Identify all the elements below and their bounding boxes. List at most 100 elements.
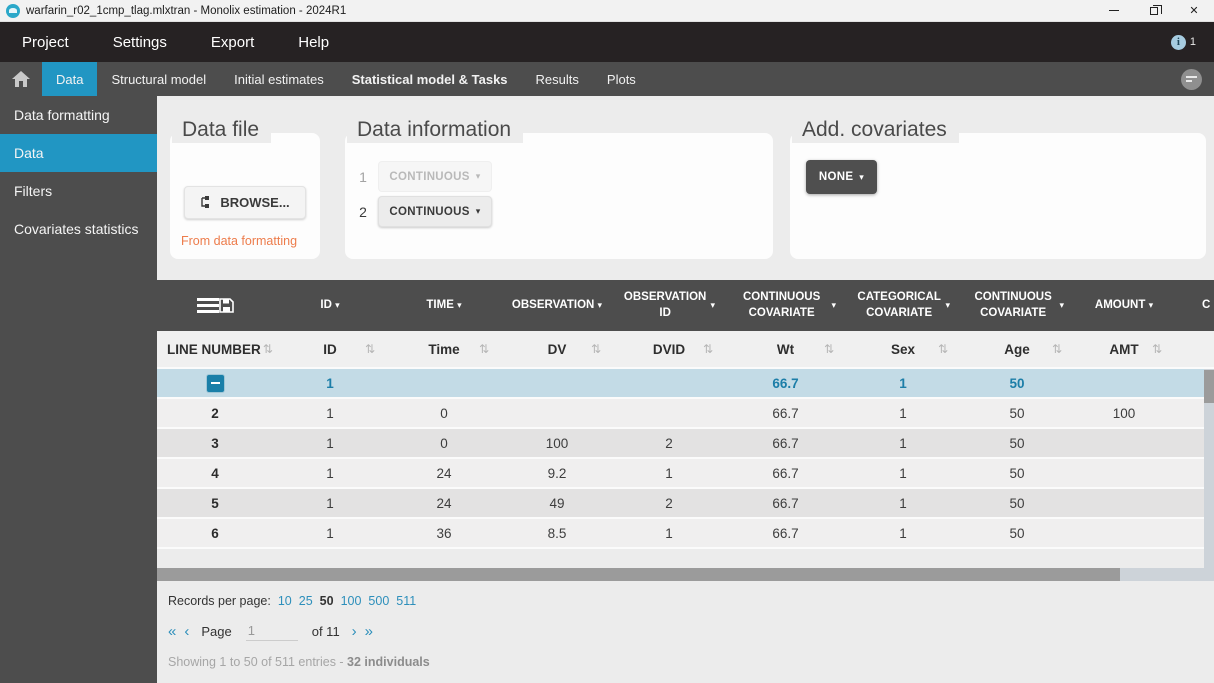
notification-area[interactable]: i 1 [1170,34,1196,50]
monolix-logo-icon [6,3,20,18]
chevron-down-icon: ▾ [831,300,836,310]
group-header-continuous-covariate-1[interactable]: CONTINUOUS COVARIATE ▾ [725,280,846,331]
sort-icon[interactable]: ⇅ [1152,342,1162,356]
group-header-categorical-covariate[interactable]: CATEGORICAL COVARIATE ▾ [846,280,960,331]
column-header-amt[interactable]: AMT ⇅ [1074,331,1174,367]
page-number-input[interactable] [245,621,298,641]
sort-icon[interactable]: ⇅ [479,342,489,356]
menu-project[interactable]: Project [0,34,91,51]
page-size-500[interactable]: 500 [368,594,389,608]
sort-icon[interactable]: ⇅ [263,342,273,356]
sort-icon[interactable]: ⇅ [938,342,948,356]
page-size-10[interactable]: 10 [278,594,292,608]
cell-id: 1 [326,495,334,511]
group-header-observation[interactable]: OBSERVATION ▾ [501,280,613,331]
table-row[interactable]: 2 1 0 66.7 1 50 100 [157,399,1214,429]
add-covariates-dropdown[interactable]: NONE ▾ [806,160,877,194]
tab-plots[interactable]: Plots [593,62,650,96]
restore-button[interactable] [1134,0,1174,21]
entries-summary-text: Showing 1 to 50 of 511 entries - [168,655,348,669]
horizontal-scrollbar[interactable] [157,568,1204,581]
data-information-panel: Data information 1 CONTINUOUS ▾ 2 CONTIN… [345,118,773,259]
data-information-title: Data information [347,118,524,143]
column-header-line-number[interactable]: LINE NUMBER ⇅ [157,331,273,367]
menu-help[interactable]: Help [276,34,351,51]
browse-button[interactable]: BROWSE... [184,186,306,219]
sort-icon[interactable]: ⇅ [703,342,713,356]
sidebar-item-covariates-statistics[interactable]: Covariates statistics [0,210,157,248]
page-size-100[interactable]: 100 [341,594,362,608]
from-data-formatting-link[interactable]: From data formatting [181,234,297,248]
page-size-50[interactable]: 50 [320,594,334,608]
menu-export[interactable]: Export [189,34,276,51]
page-size-511[interactable]: 511 [396,594,416,608]
sidebar-item-filters[interactable]: Filters [0,172,157,210]
save-icon[interactable] [218,298,234,313]
group-header-id[interactable]: ID ▾ [273,280,387,331]
cell-id: 1 [326,405,334,421]
menu-settings[interactable]: Settings [91,34,189,51]
cell-sex: 1 [899,435,907,451]
vertical-scrollbar-thumb[interactable] [1204,370,1214,403]
sort-icon[interactable]: ⇅ [824,342,834,356]
cell-line-number: 2 [211,405,219,421]
vertical-scrollbar[interactable] [1204,369,1214,581]
group-header-observation-id[interactable]: OBSERVATION ID ▾ [613,280,725,331]
close-button[interactable]: ✕ [1174,0,1214,21]
group-header-continuous-covariate-2[interactable]: CONTINUOUS COVARIATE ▾ [960,280,1074,331]
page-size-25[interactable]: 25 [299,594,313,608]
observation-type-dropdown-1[interactable]: CONTINUOUS ▾ [378,161,492,192]
table-row[interactable]: 4 1 24 9.2 1 66.7 1 50 [157,459,1214,489]
data-file-panel: Data file BROWSE... From data formatting [170,118,320,259]
sidebar-item-data-formatting[interactable]: Data formatting [0,96,157,134]
column-header-time[interactable]: Time ⇅ [387,331,501,367]
home-button[interactable] [0,62,42,96]
table-row[interactable]: 5 1 24 49 2 66.7 1 50 [157,489,1214,519]
cell-line-number: 5 [211,495,219,511]
column-header-dv[interactable]: DV ⇅ [501,331,613,367]
table-footer: Records per page: 10 25 50 100 500 511 «… [168,594,430,669]
column-header-age[interactable]: Age ⇅ [960,331,1074,367]
individuals-count: 32 individuals [347,655,430,669]
observation-index-2: 2 [359,203,367,220]
cell-wt: 66.7 [772,405,799,421]
tab-initial-estimates[interactable]: Initial estimates [220,62,338,96]
cell-time: 24 [436,495,452,511]
group-header-time[interactable]: TIME ▾ [387,280,501,331]
data-table: ID ▾ TIME ▾ OBSERVATION ▾ OBSERVATION ID… [157,280,1214,581]
collapse-row-button[interactable] [206,374,224,392]
previous-page-button[interactable]: ‹ [184,624,189,639]
table-row[interactable]: 6 1 36 8.5 1 66.7 1 50 [157,519,1214,549]
cell-dv: 49 [549,495,565,511]
column-header-dvid[interactable]: DVID ⇅ [613,331,725,367]
cell-age: 50 [1009,375,1025,391]
next-page-button[interactable]: › [352,624,357,639]
menu-icon[interactable] [196,298,219,313]
column-header-wt[interactable]: Wt ⇅ [725,331,846,367]
column-header-sex[interactable]: Sex ⇅ [846,331,960,367]
group-header-amount[interactable]: AMOUNT ▾ [1074,280,1174,331]
horizontal-scrollbar-thumb[interactable] [157,568,1120,581]
chat-icon[interactable] [1181,68,1202,90]
observation-type-dropdown-2[interactable]: CONTINUOUS ▾ [378,196,492,227]
sidebar-item-data[interactable]: Data [0,134,157,172]
tab-structural-model[interactable]: Structural model [97,62,220,96]
cell-age: 50 [1009,435,1025,451]
table-row[interactable]: 1 66.7 1 50 [157,369,1214,399]
observation-type-value-2: CONTINUOUS [389,205,470,218]
tab-statistical-model-tasks[interactable]: Statistical model & Tasks [338,62,522,96]
first-page-button[interactable]: « [168,624,176,639]
tab-results[interactable]: Results [522,62,593,96]
sort-icon[interactable]: ⇅ [591,342,601,356]
tab-data[interactable]: Data [42,62,98,96]
cell-line-number: 6 [211,525,219,541]
minimize-button[interactable] [1094,0,1134,21]
last-page-button[interactable]: » [365,624,373,639]
column-header-id-label: ID [323,341,337,357]
sort-icon[interactable]: ⇅ [1052,342,1062,356]
table-row[interactable]: 3 1 0 100 2 66.7 1 50 [157,429,1214,459]
sort-icon[interactable]: ⇅ [365,342,375,356]
column-header-id[interactable]: ID ⇅ [273,331,387,367]
table-group-header-row: ID ▾ TIME ▾ OBSERVATION ▾ OBSERVATION ID… [157,280,1214,331]
group-header-cutoff[interactable]: C [1174,280,1214,331]
